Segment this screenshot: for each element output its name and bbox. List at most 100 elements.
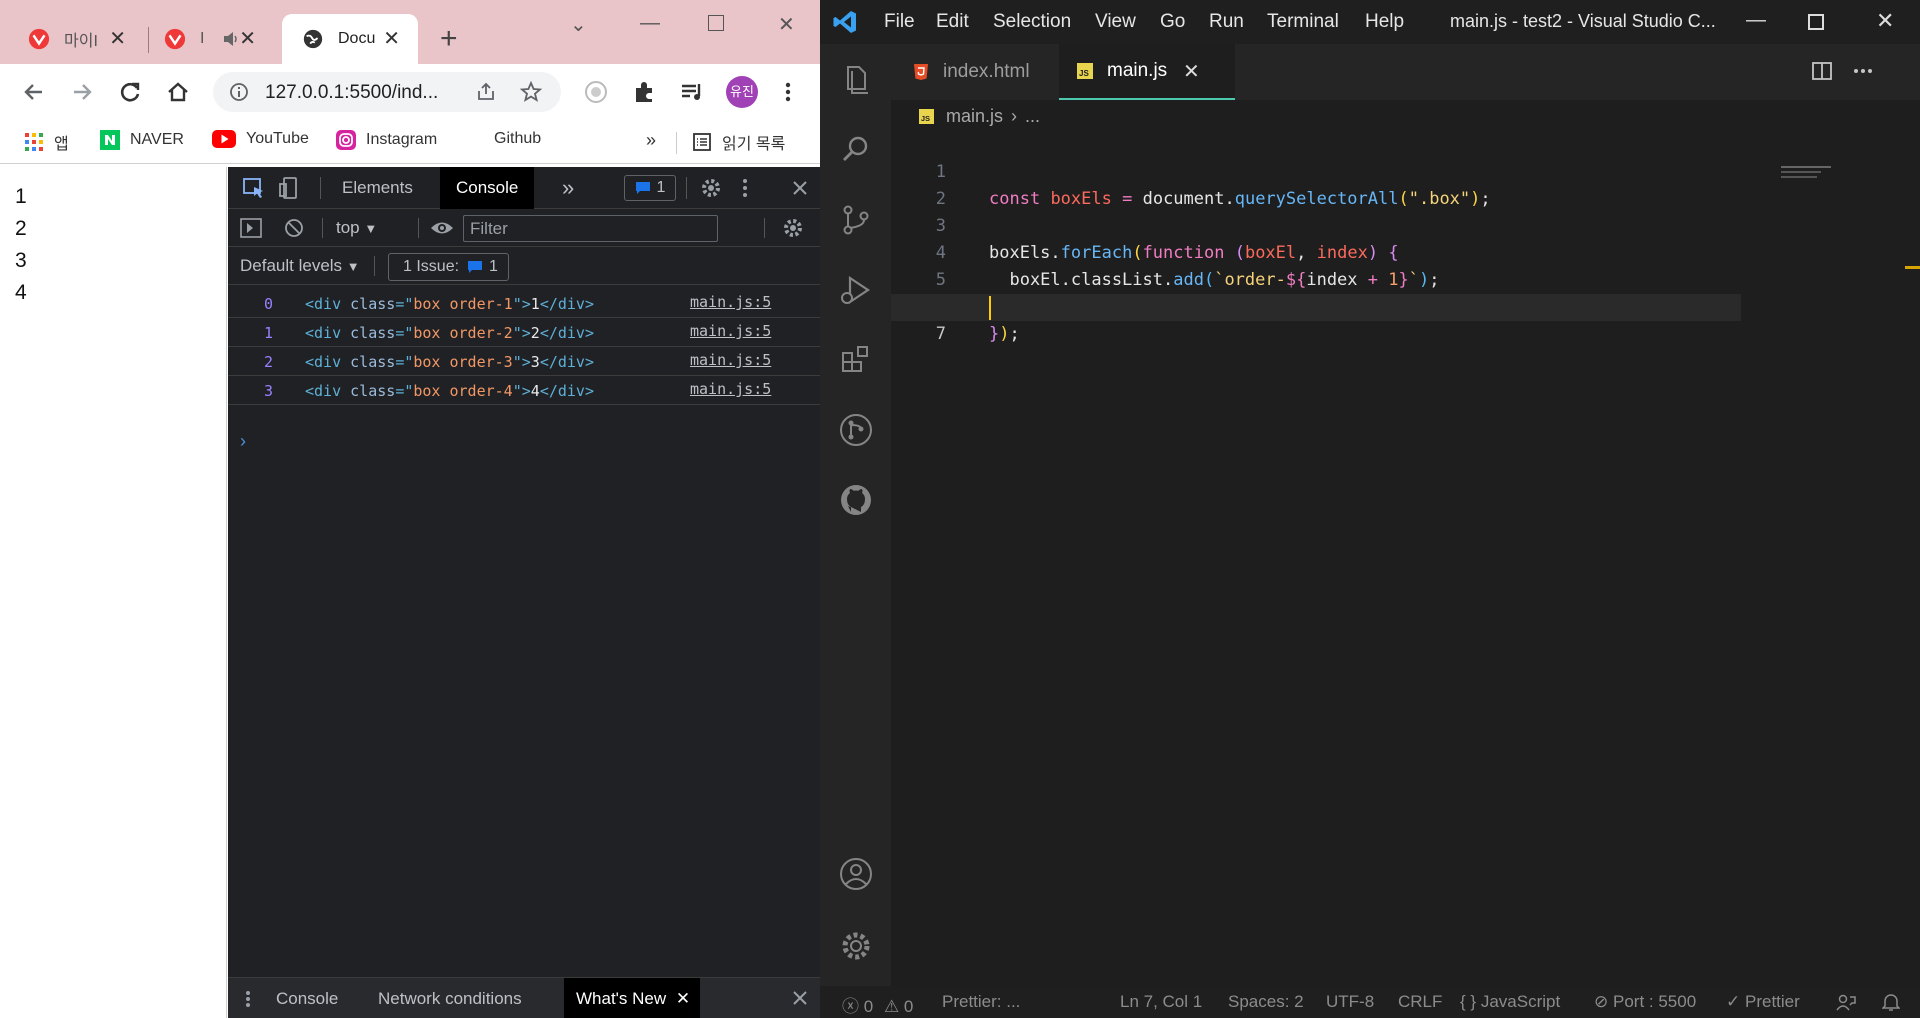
close-window-button[interactable]: ✕: [1876, 8, 1894, 34]
encoding-status[interactable]: UTF-8: [1326, 992, 1374, 1012]
code-line[interactable]: 6 });: [891, 267, 1920, 344]
code-editor[interactable]: 1 const boxEls = document.querySelectorA…: [891, 132, 1920, 344]
bookmark-star-icon[interactable]: [519, 80, 543, 104]
menu-run[interactable]: Run: [1209, 11, 1244, 33]
git-graph-icon[interactable]: [838, 412, 874, 448]
menu-file[interactable]: File: [884, 11, 915, 33]
messages-badge[interactable]: 1: [624, 175, 676, 201]
drawer-tab-whats-new[interactable]: What's New ✕: [564, 978, 701, 1018]
minimap[interactable]: [1781, 166, 1841, 182]
live-expression-eye-icon[interactable]: [430, 219, 454, 237]
tab-console[interactable]: Console: [440, 167, 535, 209]
code-line[interactable]: 2: [891, 159, 1920, 209]
manage-gear-icon[interactable]: [838, 928, 874, 964]
drawer-tab-console[interactable]: Console: [264, 978, 350, 1018]
tab-main-js[interactable]: JS main.js ✕: [1059, 44, 1235, 100]
log-source-link[interactable]: main.js:5: [690, 351, 771, 369]
back-icon[interactable]: [20, 78, 48, 106]
search-icon[interactable]: [838, 132, 874, 168]
more-tabs-button[interactable]: »: [546, 167, 590, 209]
close-devtools-icon[interactable]: [792, 180, 808, 196]
sidebar-toggle-icon[interactable]: [240, 218, 262, 238]
close-tab-icon[interactable]: ✕: [383, 29, 400, 49]
close-tab-icon[interactable]: ✕: [676, 978, 690, 1018]
device-toolbar-icon[interactable]: [278, 176, 300, 200]
devtools-menu-icon[interactable]: [740, 177, 750, 199]
menu-terminal[interactable]: Terminal: [1267, 11, 1339, 33]
close-drawer-icon[interactable]: [792, 990, 808, 1006]
profile-avatar[interactable]: 유진: [726, 76, 758, 108]
browser-tab-2[interactable]: I ✕: [144, 14, 274, 64]
prettier-status-left[interactable]: Prettier: ...: [942, 992, 1020, 1012]
address-bar[interactable]: 127.0.0.1:5500/ind...: [213, 72, 561, 112]
close-tab-icon[interactable]: ✕: [109, 29, 126, 49]
breadcrumb-file[interactable]: main.js: [946, 106, 1003, 127]
new-tab-button[interactable]: +: [440, 24, 458, 54]
maximize-button[interactable]: [1808, 14, 1824, 30]
drawer-tab-network-conditions[interactable]: Network conditions: [366, 978, 534, 1018]
explorer-files-icon[interactable]: [838, 62, 874, 98]
console-log-row[interactable]: 0 <div class="box order-1">1</div> main.…: [228, 289, 820, 318]
language-mode[interactable]: { } JavaScript: [1460, 992, 1560, 1012]
log-source-link[interactable]: main.js:5: [690, 380, 771, 398]
notifications-bell-icon[interactable]: [1882, 992, 1900, 1012]
log-element[interactable]: <div class="box order-1">1</div>: [305, 295, 594, 313]
bookmark-instagram[interactable]: Instagram: [336, 130, 437, 150]
log-source-link[interactable]: main.js:5: [690, 293, 771, 311]
info-icon[interactable]: [229, 82, 249, 102]
kebab-menu-icon[interactable]: [774, 78, 802, 106]
problems-indicator[interactable]: ⓧ 0 ⚠ 0: [842, 992, 913, 1017]
settings-gear-icon[interactable]: [700, 177, 722, 199]
live-server-port[interactable]: ⊘ Port : 5500: [1594, 992, 1696, 1012]
console-log-row[interactable]: 1 <div class="box order-2">2</div> main.…: [228, 318, 820, 347]
maximize-button[interactable]: [708, 15, 724, 31]
bookmark-apps[interactable]: 앱: [24, 130, 69, 154]
menu-view[interactable]: View: [1095, 11, 1136, 33]
browser-tab-3[interactable]: Docu ✕: [282, 14, 418, 64]
extension-record-icon[interactable]: [582, 78, 610, 106]
console-prompt-icon[interactable]: ›: [240, 431, 246, 452]
bookmark-github[interactable]: Github: [474, 130, 541, 148]
filter-input[interactable]: Filter: [463, 215, 718, 242]
bookmarks-overflow-button[interactable]: »: [646, 130, 656, 151]
drawer-menu-icon[interactable]: [244, 990, 252, 1008]
log-element[interactable]: <div class="box order-4">4</div>: [305, 382, 594, 400]
code-line[interactable]: 4 boxEl.classList.add(`order-${index + 1…: [891, 213, 1920, 290]
tab-index-html[interactable]: index.html: [891, 44, 1059, 100]
issues-button[interactable]: 1 Issue: 1: [388, 253, 509, 281]
run-debug-icon[interactable]: [838, 272, 874, 308]
console-log-row[interactable]: 2 <div class="box order-3">3</div> main.…: [228, 347, 820, 376]
menu-help[interactable]: Help: [1365, 11, 1404, 33]
code-line[interactable]: 3 boxEls.forEach(function (boxEl, index)…: [891, 186, 1920, 263]
tab-elements[interactable]: Elements: [326, 167, 429, 209]
minimize-button[interactable]: —: [1746, 9, 1766, 32]
github-icon[interactable]: [838, 482, 874, 518]
indentation-status[interactable]: Spaces: 2: [1228, 992, 1304, 1012]
bookmark-naver[interactable]: NAVER: [100, 130, 184, 150]
reload-icon[interactable]: [116, 78, 144, 106]
reading-list-button[interactable]: 읽기 목록: [692, 130, 785, 154]
menu-go[interactable]: Go: [1160, 11, 1185, 33]
media-control-icon[interactable]: [678, 78, 706, 106]
inspect-element-icon[interactable]: [242, 177, 266, 199]
code-line[interactable]: 1 const boxEls = document.querySelectorA…: [891, 132, 1920, 209]
speaker-icon[interactable]: [222, 30, 240, 48]
browser-tab-1[interactable]: 마이I ✕: [8, 14, 144, 64]
feedback-icon[interactable]: [1836, 993, 1856, 1011]
close-window-button[interactable]: ✕: [778, 12, 795, 37]
home-icon[interactable]: [164, 78, 192, 106]
console-log-row[interactable]: 3 <div class="box order-4">4</div> main.…: [228, 376, 820, 405]
eol-status[interactable]: CRLF: [1398, 992, 1442, 1012]
breadcrumb-symbols[interactable]: ...: [1025, 106, 1040, 127]
more-actions-icon[interactable]: [1853, 68, 1873, 74]
console-settings-icon[interactable]: [782, 217, 804, 239]
prettier-status-right[interactable]: ✓ Prettier: [1726, 992, 1800, 1012]
log-element[interactable]: <div class="box order-3">3</div>: [305, 353, 594, 371]
accounts-icon[interactable]: [838, 856, 874, 892]
log-source-link[interactable]: main.js:5: [690, 322, 771, 340]
bookmark-youtube[interactable]: YouTube: [212, 130, 309, 148]
log-element[interactable]: <div class="box order-2">2</div>: [305, 324, 594, 342]
extensions-icon[interactable]: [838, 342, 874, 378]
source-control-icon[interactable]: [838, 202, 874, 238]
log-levels-dropdown[interactable]: Default levels ▼: [240, 256, 360, 276]
